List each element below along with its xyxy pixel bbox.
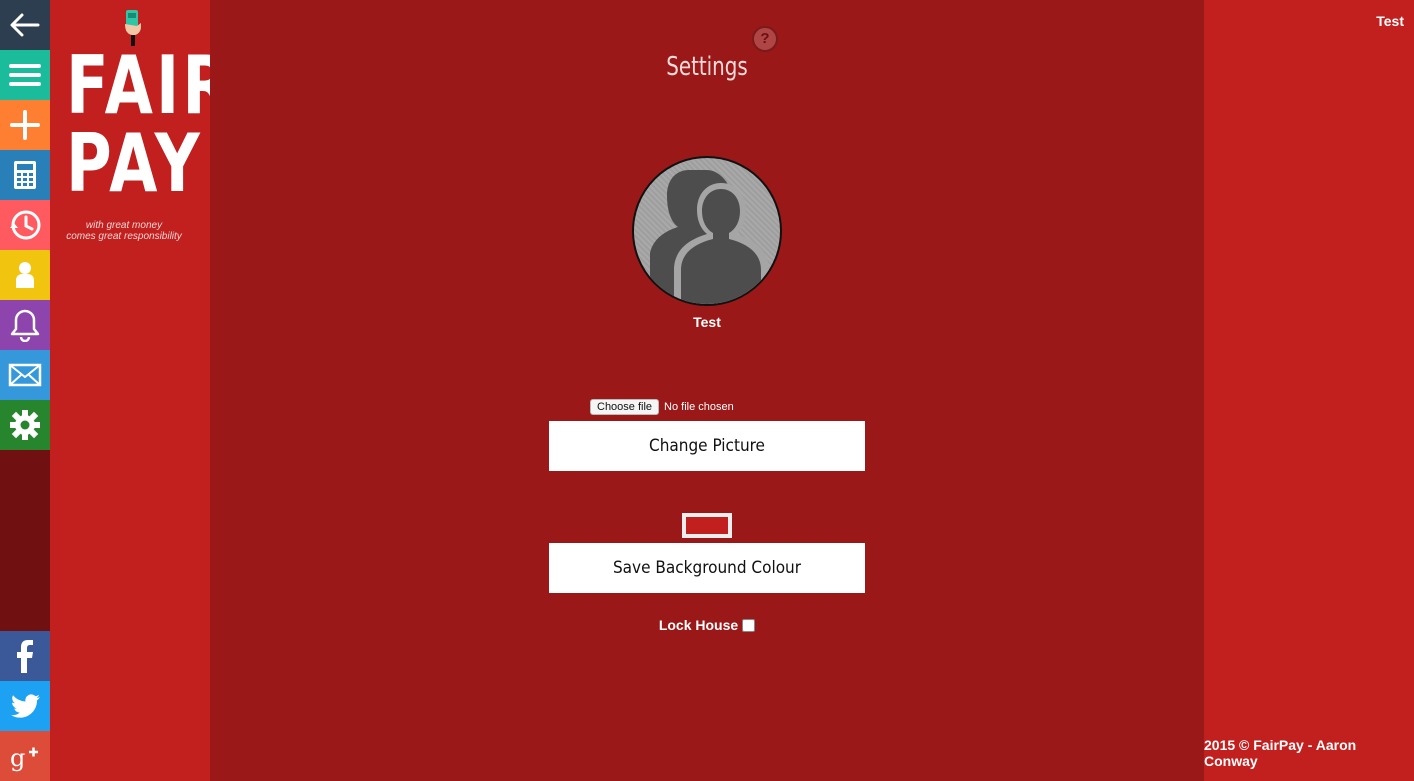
- google-plus-icon: g: [10, 744, 38, 772]
- settings-button[interactable]: [0, 400, 50, 450]
- logo-tagline: with great money comes great responsibil…: [50, 220, 198, 242]
- change-picture-button[interactable]: Change Picture: [549, 421, 865, 471]
- profile-name: Test: [693, 314, 721, 330]
- background-colour-picker[interactable]: [682, 513, 732, 538]
- plus-icon: [10, 110, 40, 140]
- lock-house-row: Lock House: [210, 617, 1204, 633]
- bell-icon: [10, 309, 40, 342]
- logo-word-fair: FAIR: [66, 39, 234, 132]
- history-button[interactable]: [0, 200, 50, 250]
- gear-icon: [10, 410, 40, 440]
- save-background-colour-button[interactable]: Save Background Colour: [549, 543, 865, 593]
- calculator-icon: [14, 161, 36, 189]
- logo-word-pay: PAY: [66, 117, 203, 210]
- arrow-left-icon: [10, 13, 40, 37]
- user-icon: [16, 262, 34, 288]
- file-status: No file chosen: [664, 401, 734, 413]
- twitter-icon: [11, 694, 40, 718]
- tagline-line-1: with great money: [85, 220, 163, 231]
- facebook-button[interactable]: [0, 631, 50, 681]
- fairpay-logo[interactable]: FAIR PAY with great money comes great re…: [50, 0, 230, 260]
- header-user-name[interactable]: Test: [1376, 13, 1404, 29]
- footer-copyright: 2015 © FairPay - Aaron Conway: [1204, 737, 1357, 769]
- facebook-icon: [17, 640, 33, 673]
- mail-icon: [8, 363, 42, 387]
- choose-file-button[interactable]: Choose file: [590, 399, 660, 415]
- tagline-line-2: comes great responsibility: [66, 231, 182, 242]
- profile-button[interactable]: [0, 250, 50, 300]
- svg-text:g: g: [10, 744, 25, 772]
- back-button[interactable]: [0, 0, 50, 50]
- lock-house-checkbox[interactable]: [742, 618, 756, 632]
- avatar[interactable]: [632, 156, 782, 306]
- logo-column: FAIR PAY with great money comes great re…: [50, 0, 230, 781]
- calculator-button[interactable]: [0, 150, 50, 200]
- menu-button[interactable]: [0, 50, 50, 100]
- lock-house-label: Lock House: [658, 617, 739, 633]
- file-picker: Choose file No file chosen: [590, 399, 734, 415]
- notifications-button[interactable]: [0, 300, 50, 350]
- sidebar-rail: g: [0, 0, 50, 781]
- clock-icon: [10, 210, 41, 240]
- hamburger-icon: [9, 64, 41, 86]
- messages-button[interactable]: [0, 350, 50, 400]
- page-title: Settings: [666, 52, 748, 82]
- users-icon: [650, 170, 769, 304]
- right-column: Test 2015 © FairPay - Aaron Conway: [1204, 0, 1414, 781]
- help-button[interactable]: ?: [752, 26, 778, 52]
- twitter-button[interactable]: [0, 681, 50, 731]
- google-plus-button[interactable]: g: [0, 731, 50, 781]
- settings-panel: ? Settings Test Choose file No file chos…: [210, 0, 1204, 781]
- add-button[interactable]: [0, 100, 50, 150]
